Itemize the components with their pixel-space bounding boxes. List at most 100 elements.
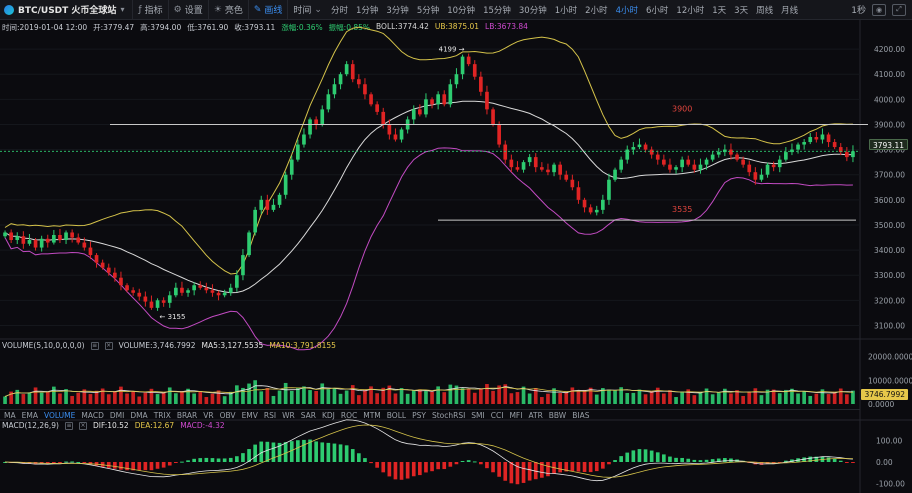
- macd-dif: DIF:10.52: [92, 421, 129, 430]
- macd-histogram-bar: [167, 462, 172, 466]
- indicator-tab-brar[interactable]: BRAR: [177, 411, 197, 420]
- volume-bar: [662, 393, 666, 404]
- high-marker-label: 4199 →: [439, 46, 465, 54]
- candle-body: [363, 84, 367, 95]
- macd-histogram-bar: [594, 462, 599, 472]
- indicator-tab-boll[interactable]: BOLL: [387, 411, 406, 420]
- indicator-tab-atr[interactable]: ATR: [528, 411, 542, 420]
- macd-histogram-bar: [521, 462, 526, 483]
- settings-mini-icon[interactable]: ≡: [90, 341, 99, 350]
- candle-body: [552, 164, 556, 173]
- volume-bar: [289, 390, 294, 404]
- volume-bar: [802, 391, 806, 404]
- candle-body: [326, 94, 331, 110]
- candle-body: [631, 147, 636, 150]
- macd-histogram-bar: [460, 460, 465, 462]
- indicator-tab-trix[interactable]: TRIX: [154, 411, 171, 420]
- indicator-tab-stochrsi[interactable]: StochRSI: [432, 411, 465, 420]
- indicator-tab-wr[interactable]: WR: [282, 411, 295, 420]
- indicator-tab-mfi[interactable]: MFI: [509, 411, 522, 420]
- indicator-tab-cci[interactable]: CCI: [491, 411, 504, 420]
- candle-body: [716, 152, 721, 155]
- current-price-tag: 3793.11: [868, 139, 908, 150]
- volume-bar: [448, 384, 453, 404]
- indicator-tab-psy[interactable]: PSY: [412, 411, 426, 420]
- close-mini-icon[interactable]: ×: [78, 421, 87, 430]
- candle-body: [796, 144, 800, 150]
- volume-bar: [430, 391, 434, 404]
- candle-body: [747, 164, 752, 173]
- candle-body: [607, 179, 611, 200]
- candle-body: [338, 74, 343, 85]
- candle-body: [167, 295, 172, 303]
- indicator-tab-dma[interactable]: DMA: [130, 411, 147, 420]
- candle-body: [27, 240, 32, 244]
- macd-histogram-bar: [332, 443, 337, 462]
- indicator-tab-vr[interactable]: VR: [203, 411, 213, 420]
- candle-body: [546, 169, 550, 173]
- volume-bar: [729, 393, 733, 404]
- indicator-tab-macd[interactable]: MACD: [81, 411, 103, 420]
- volume-tick: 20000.0000: [868, 353, 912, 362]
- volume-bar: [52, 386, 56, 404]
- close-mini-icon[interactable]: ×: [104, 341, 113, 350]
- candle-body: [247, 232, 251, 256]
- indicator-tab-obv[interactable]: OBV: [220, 411, 236, 420]
- volume-bar: [540, 397, 544, 404]
- candle-body: [45, 238, 50, 243]
- candle-body: [113, 272, 117, 278]
- volume-bar: [564, 391, 569, 404]
- indicator-tab-kdj[interactable]: KDJ: [322, 411, 335, 420]
- indicator-tab-bbw[interactable]: BBW: [549, 411, 566, 420]
- candle-body: [619, 159, 623, 170]
- indicator-tab-roc[interactable]: ROC: [341, 411, 357, 420]
- volume-bar: [631, 392, 636, 404]
- macd-histogram-bar: [192, 458, 196, 462]
- indicator-tab-volume[interactable]: VOLUME: [44, 411, 75, 420]
- candle-body: [76, 237, 81, 243]
- indicator-tab-dmi[interactable]: DMI: [110, 411, 124, 420]
- volume-bar: [88, 394, 93, 404]
- volume-bar: [643, 394, 648, 404]
- candle-body: [289, 159, 294, 175]
- volume-bar: [759, 395, 764, 404]
- macd-histogram-bar: [851, 462, 855, 463]
- indicator-tab-bias[interactable]: BIAS: [572, 411, 589, 420]
- candle-body: [320, 109, 325, 125]
- volume-bar: [174, 393, 178, 404]
- settings-mini-icon[interactable]: ≡: [64, 421, 73, 430]
- volume-bar: [21, 394, 26, 404]
- macd-histogram-bar: [411, 462, 416, 477]
- candle-body: [558, 164, 562, 175]
- candle-body: [497, 124, 501, 145]
- indicator-tab-sar[interactable]: SAR: [301, 411, 316, 420]
- macd-histogram-bar: [436, 462, 440, 470]
- indicator-tab-smi[interactable]: SMI: [471, 411, 484, 420]
- volume-bar: [161, 392, 166, 404]
- price-tick: 3700.00: [874, 171, 905, 180]
- volume-bar: [509, 393, 514, 404]
- indicator-tab-emv[interactable]: EMV: [242, 411, 258, 420]
- low-marker-label: ← 3155: [160, 313, 186, 321]
- candle-body: [94, 255, 99, 263]
- volume-bar: [76, 392, 81, 404]
- indicator-tab-ema[interactable]: EMA: [22, 411, 38, 420]
- macd-histogram-bar: [326, 442, 331, 462]
- candle-body: [540, 167, 544, 170]
- indicator-tab-mtm[interactable]: MTM: [363, 411, 381, 420]
- candle-body: [161, 300, 166, 303]
- volume-ma10: MA10:3,791.8155: [269, 341, 336, 350]
- indicator-tab-ma[interactable]: MA: [4, 411, 16, 420]
- candle-body: [155, 300, 160, 308]
- volume-tick: 0.0000: [868, 400, 894, 409]
- macd-value: MACD:-4.32: [180, 421, 225, 430]
- macd-histogram-bar: [454, 462, 459, 465]
- price-tick: 4200.00: [874, 45, 905, 54]
- macd-histogram-bar: [216, 458, 221, 462]
- price-tick: 4100.00: [874, 70, 905, 79]
- candle-body: [344, 64, 349, 75]
- candle-body: [131, 290, 135, 293]
- indicator-tab-rsi[interactable]: RSI: [264, 411, 276, 420]
- volume-bar: [576, 391, 581, 404]
- candle-body: [174, 287, 178, 296]
